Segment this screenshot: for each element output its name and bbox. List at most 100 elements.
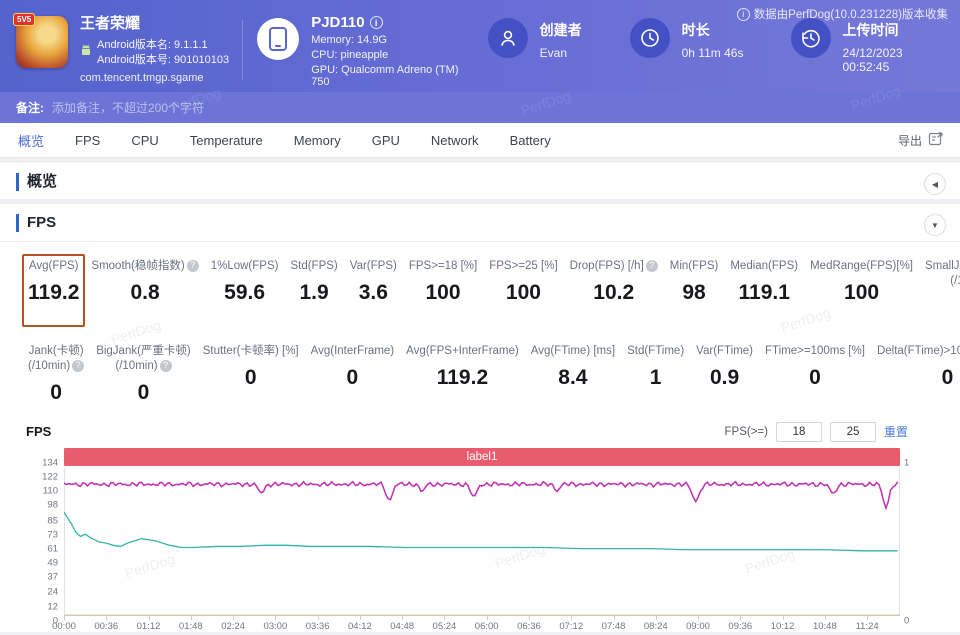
overview-title: 概览 xyxy=(16,173,944,191)
y-tick: 49 xyxy=(47,557,58,569)
stat-value: 119.2 xyxy=(436,365,489,389)
stat-Median(FPS): Median(FPS) 119.1 xyxy=(724,254,804,327)
help-icon[interactable]: ? xyxy=(159,359,172,372)
stat-label: Var(FTime) xyxy=(696,344,754,357)
stat-Var(FTime): Var(FTime) 0.9 xyxy=(690,339,759,412)
x-tick: 09:00 xyxy=(686,620,710,632)
tab-CPU[interactable]: CPU xyxy=(129,124,160,157)
x-tick: 10:48 xyxy=(812,620,837,632)
stat-FPS>=18 [%]: FPS>=18 [%] 100 xyxy=(403,254,483,327)
stat-label: Var(FPS) xyxy=(349,260,397,272)
device-gpu: GPU: Qualcomm Adreno (TM) 750 xyxy=(311,64,459,88)
x-tick: 07:12 xyxy=(559,620,584,632)
stat-label: Stutter(卡顿率) [%] xyxy=(202,344,299,357)
y-tick: 61 xyxy=(47,543,58,555)
y-tick: 73 xyxy=(47,529,58,541)
overview-collapse-button[interactable]: ◀ xyxy=(924,173,946,195)
stat-label: Drop(FPS) [/h] xyxy=(569,260,644,272)
stat-label: MedRange(FPS)[%] xyxy=(810,260,913,272)
fps-collapse-button[interactable]: ▼ xyxy=(924,214,946,236)
x-tick: 06:36 xyxy=(517,620,541,632)
game-app-icon: 5V5 xyxy=(13,13,68,68)
stat-value: 8.4 xyxy=(558,365,588,389)
app-package: com.tencent.tmgp.sgame xyxy=(80,71,204,84)
stat-value: 0 xyxy=(50,380,62,404)
stat-label: FPS>=18 [%] xyxy=(408,260,478,272)
duration-clock-icon xyxy=(629,18,670,58)
tab-概览[interactable]: 概览 xyxy=(16,122,46,159)
left-axis-ticks: 134 122 110 98 85 73 61 49 37 24 12 0 xyxy=(22,457,60,626)
reset-link[interactable]: 重置 xyxy=(884,423,908,440)
stat-label: Jank(卡顿) xyxy=(28,344,84,357)
y-tick: 24 xyxy=(47,586,58,598)
y-tick: 12 xyxy=(47,601,58,613)
y-tick: 85 xyxy=(47,515,58,527)
fps-threshold-label: FPS(>=) xyxy=(724,425,768,438)
stat-label: Min(FPS) xyxy=(669,260,719,272)
duration-label: 时长 xyxy=(681,22,710,38)
help-icon[interactable]: ? xyxy=(645,259,658,272)
export-icon xyxy=(928,131,944,149)
stat-label: Std(FTime) xyxy=(627,344,685,357)
upload-time-icon xyxy=(790,18,831,58)
stat-label: SmallJank(微小卡顿) xyxy=(925,260,960,272)
device-memory: Memory: 14.9G xyxy=(311,34,387,46)
stat-label: FTime>=100ms [%] xyxy=(765,344,865,357)
stat-label: Delta(FTime)>100ms [/h] xyxy=(876,344,960,357)
header-divider xyxy=(242,20,244,80)
fps-stats-row-1: Avg(FPS) 119.2 Smooth(稳帧指数)? 0.8 1%Low(FPS) 5… xyxy=(16,242,960,327)
creator-label: 创建者 xyxy=(539,22,582,38)
x-tick: 05:24 xyxy=(432,620,457,632)
stat-value: 0 xyxy=(346,365,359,389)
stat-value: 119.1 xyxy=(738,280,790,304)
x-tick: 08:24 xyxy=(643,620,668,632)
tab-Temperature[interactable]: Temperature xyxy=(188,124,265,157)
app-name: 王者荣耀 xyxy=(80,15,141,32)
x-tick: 06:00 xyxy=(474,620,499,632)
tab-Battery[interactable]: Battery xyxy=(508,124,553,157)
info-icon[interactable]: i xyxy=(736,7,750,21)
tab-Memory[interactable]: Memory xyxy=(292,124,343,157)
y-tick: 98 xyxy=(47,499,58,511)
stat-label: Avg(InterFrame) xyxy=(310,344,395,357)
stat-label-line2: (/10min) xyxy=(115,359,158,372)
help-icon[interactable]: ? xyxy=(186,259,199,272)
stat-label: Smooth(稳帧指数) xyxy=(91,260,185,272)
stat-value: 0.8 xyxy=(130,280,160,304)
device-phone-icon xyxy=(257,18,300,60)
device-name: PJD110 xyxy=(311,14,365,31)
stat-label: Std(FPS) xyxy=(290,260,338,272)
right-y-tick: 1 xyxy=(904,457,910,469)
app-badge: 5V5 xyxy=(13,13,36,26)
tab-Network[interactable]: Network xyxy=(429,124,481,157)
stat-value: 98 xyxy=(682,280,706,304)
device-info-icon[interactable]: i xyxy=(369,16,383,29)
stat-label: FPS>=25 [%] xyxy=(489,260,558,272)
stat-Std(FPS): Std(FPS) 1.9 xyxy=(284,254,343,327)
tab-FPS[interactable]: FPS xyxy=(73,124,102,157)
x-tick: 10:12 xyxy=(770,620,795,632)
stat-value: 0 xyxy=(925,296,960,320)
fps-chart[interactable]: 134 122 110 98 85 73 61 49 37 24 12 0 10 PerfDog Pe… xyxy=(42,457,909,626)
stat-FPS>=25 [%]: FPS>=25 [%] 100 xyxy=(483,254,563,327)
stat-label: Avg(FPS+InterFrame) xyxy=(406,344,519,357)
stat-value: 100 xyxy=(844,280,880,304)
fps-threshold-low-input[interactable] xyxy=(775,421,822,442)
chart-annotation-band: label1 xyxy=(64,447,900,466)
overview-card: 概览 ◀ xyxy=(0,163,960,199)
app-version-name: Android版本名: 9.1.1.1 xyxy=(97,39,208,51)
export-button[interactable]: 导出 xyxy=(898,131,944,149)
note-placeholder[interactable]: 添加备注，不超过200个字符 xyxy=(52,99,204,116)
x-tick: 02:24 xyxy=(221,620,245,632)
fps-threshold-high-input[interactable] xyxy=(829,421,876,442)
stat-value: 10.2 xyxy=(593,280,635,304)
app-version-code: Android版本号: 901010103 xyxy=(97,53,230,66)
tab-GPU[interactable]: GPU xyxy=(370,124,402,157)
help-icon[interactable]: ? xyxy=(72,359,85,372)
stat-BigJank(严重卡顿): BigJank(严重卡顿) (/10min)? 0 xyxy=(90,339,197,412)
x-tick: 00:36 xyxy=(94,620,119,632)
x-axis-ticks: 00:00 00:36 01:12 01:48 02:24 03:00 03:36 04:12… xyxy=(52,615,900,633)
x-tick: 01:12 xyxy=(136,620,161,632)
stat-MedRange(FPS)[%]: MedRange(FPS)[%] 100 xyxy=(804,254,919,327)
stat-Avg(FTime) [ms]: Avg(FTime) [ms] 8.4 xyxy=(525,339,621,412)
